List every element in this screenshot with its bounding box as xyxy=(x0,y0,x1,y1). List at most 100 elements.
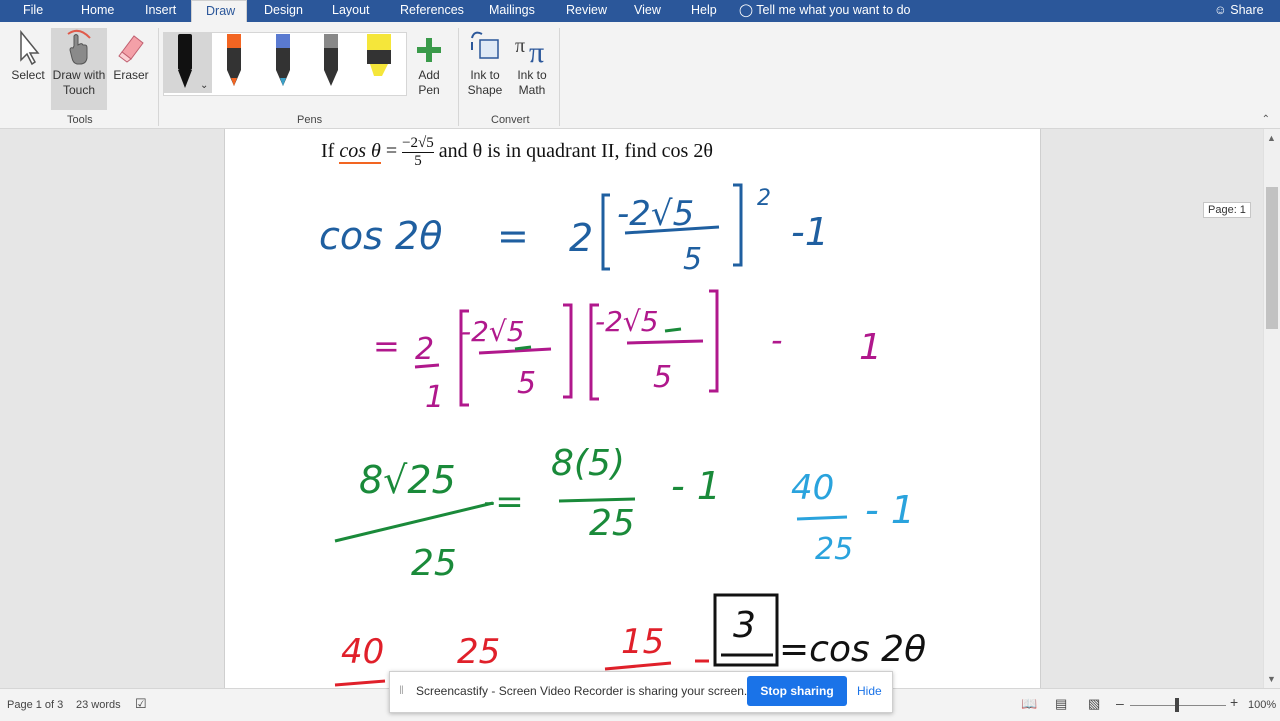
ink-two: 2 xyxy=(415,332,434,367)
cursor-arrow-icon xyxy=(20,29,40,66)
read-mode-icon[interactable]: 📖 xyxy=(1021,696,1037,712)
pen-black-icon[interactable] xyxy=(178,34,192,88)
eraser-button[interactable]: Eraser xyxy=(110,28,152,83)
ink-fraction-2-numerator: -2√5 xyxy=(595,305,659,338)
tell-me-search[interactable]: ◯ Tell me what you want to do xyxy=(739,0,911,22)
ink-to-shape-icon xyxy=(471,31,499,59)
hide-banner-link[interactable]: Hide xyxy=(857,684,882,698)
ink-equals: = xyxy=(373,327,400,365)
ribbon-tab-bar: File Home Insert Draw Design Layout Refe… xyxy=(0,0,1280,22)
pen-galaxy-icon[interactable] xyxy=(276,34,290,86)
tab-design[interactable]: Design xyxy=(264,0,303,22)
zoom-level[interactable]: 100% xyxy=(1248,699,1276,711)
tab-view[interactable]: View xyxy=(634,0,661,22)
tab-file[interactable]: File xyxy=(23,0,43,22)
zoom-out-icon[interactable]: – xyxy=(1116,695,1124,711)
ink-green-mark xyxy=(664,327,682,333)
zoom-slider-thumb[interactable] xyxy=(1175,698,1179,712)
tab-review[interactable]: Review xyxy=(566,0,607,22)
lightbulb-icon: ◯ xyxy=(739,3,753,17)
ink-equals: -= xyxy=(483,482,524,522)
pen-orange-icon[interactable] xyxy=(227,34,241,86)
ink-line-3-cyan: 40 25 - 1 xyxy=(791,468,915,567)
vertical-scrollbar[interactable]: ▲ ▼ xyxy=(1263,129,1280,688)
ink-equals: = xyxy=(497,214,529,258)
print-layout-icon[interactable]: ▤ xyxy=(1055,696,1067,712)
pi-icon: π π xyxy=(515,35,544,68)
plus-icon xyxy=(417,38,441,62)
ink-one: 1 xyxy=(425,380,444,415)
svg-text:π: π xyxy=(529,36,544,68)
add-pen-button[interactable]: Add Pen xyxy=(410,34,448,98)
page-tooltip: Page: 1 xyxy=(1203,202,1251,218)
ink-minus-one: -1 xyxy=(791,210,829,254)
ink-denominator: 5 xyxy=(683,242,702,277)
ribbon-separator xyxy=(158,28,159,126)
document-page[interactable]: If cos θ = −2√5 5 and θ is in quadrant II… xyxy=(224,129,1041,688)
ink-exponent: 2 xyxy=(757,186,771,211)
ink-line-3: 8√25 25 -= 8(5) 25 - 1 xyxy=(334,443,721,584)
hand-touch-icon xyxy=(67,29,91,65)
tab-draw[interactable]: Draw xyxy=(191,0,247,22)
select-button[interactable]: Select xyxy=(8,28,48,83)
web-layout-icon[interactable]: ▧ xyxy=(1088,696,1100,712)
ink-minus-one: - 1 xyxy=(671,464,721,508)
group-label-pens: Pens xyxy=(297,114,323,126)
collapse-ribbon-icon[interactable]: ⌃ xyxy=(1262,114,1270,125)
ink-denominator-2: 25 xyxy=(589,503,635,544)
ink-to-shape-button[interactable]: Ink to Shape xyxy=(464,28,506,98)
share-button[interactable]: ☺ Share xyxy=(1214,0,1264,22)
ink-to-math-button[interactable]: π π Ink to Math xyxy=(511,28,553,98)
drag-handle-icon[interactable]: ‖ xyxy=(399,683,404,697)
screen-sharing-banner: ‖ Screencastify - Screen Video Recorder … xyxy=(389,671,893,713)
ink-one: 1 xyxy=(859,327,882,368)
ink-numerator-2: 8(5) xyxy=(551,443,625,484)
ink-equals-cos2theta: =cos 2θ xyxy=(779,629,926,670)
ink-fraction-2-denominator: 5 xyxy=(653,360,672,395)
person-icon: ☺ xyxy=(1214,3,1227,17)
scroll-down-icon[interactable]: ▼ xyxy=(1267,674,1276,684)
pen-gallery-pens: ⌄ xyxy=(178,34,391,91)
ink-cos2theta: cos 2θ xyxy=(319,214,442,258)
draw-ribbon: Select Draw with Touch Eraser Tools ⌄ Ad… xyxy=(0,22,1280,129)
zoom-in-icon[interactable]: + xyxy=(1230,694,1238,710)
tab-home[interactable]: Home xyxy=(81,0,114,22)
ink-coefficient: 2 xyxy=(569,216,593,260)
ink-line-1: cos 2θ = 2 -2√5 5 2 -1 xyxy=(319,183,829,277)
tab-layout[interactable]: Layout xyxy=(332,0,370,22)
ink-boxed-three: 3 xyxy=(733,605,756,646)
proofing-icon[interactable]: ☑ xyxy=(135,696,147,712)
ink-green-mark xyxy=(514,345,532,351)
pen-gray-icon[interactable] xyxy=(324,34,338,86)
handwritten-ink-layer: cos 2θ = 2 -2√5 5 2 -1 = 2 1 -2√5 5 -2√5… xyxy=(319,183,926,687)
scroll-thumb[interactable] xyxy=(1266,187,1278,329)
document-area: If cos θ = −2√5 5 and θ is in quadrant II… xyxy=(0,129,1263,688)
scroll-up-icon[interactable]: ▲ xyxy=(1267,133,1276,143)
draw-with-touch-button[interactable]: Draw with Touch xyxy=(51,28,107,98)
highlighter-yellow-icon[interactable] xyxy=(367,34,391,76)
group-label-tools: Tools xyxy=(67,114,93,126)
tab-mailings[interactable]: Mailings xyxy=(489,0,535,22)
ink-minus: - xyxy=(771,321,783,359)
ink-numerator: 40 xyxy=(791,468,834,508)
ink-fraction-1-numerator: -2√5 xyxy=(461,315,525,348)
ink-fraction-1-denominator: 5 xyxy=(517,366,536,401)
ink-numerator: 8√25 xyxy=(359,458,456,502)
tab-references[interactable]: References xyxy=(400,0,464,22)
ink-answer: 3 =cos 2θ xyxy=(713,593,926,670)
ink-twenty-five: 25 xyxy=(457,632,500,672)
ribbon-separator xyxy=(559,28,560,126)
tab-help[interactable]: Help xyxy=(691,0,717,22)
svg-text:π: π xyxy=(515,35,525,57)
eraser-icon xyxy=(118,35,144,63)
group-label-convert: Convert xyxy=(491,114,530,126)
ink-minus-one: - 1 xyxy=(865,488,915,532)
chevron-down-icon[interactable]: ⌄ xyxy=(200,80,208,91)
page-count[interactable]: Page 1 of 3 xyxy=(7,699,63,711)
ink-denominator: 25 xyxy=(411,543,457,584)
tab-insert[interactable]: Insert xyxy=(145,0,176,22)
stop-sharing-button[interactable]: Stop sharing xyxy=(747,676,847,706)
word-count[interactable]: 23 words xyxy=(76,699,121,711)
sharing-message: Screencastify - Screen Video Recorder is… xyxy=(416,684,748,698)
ink-forty: 40 xyxy=(341,632,384,672)
